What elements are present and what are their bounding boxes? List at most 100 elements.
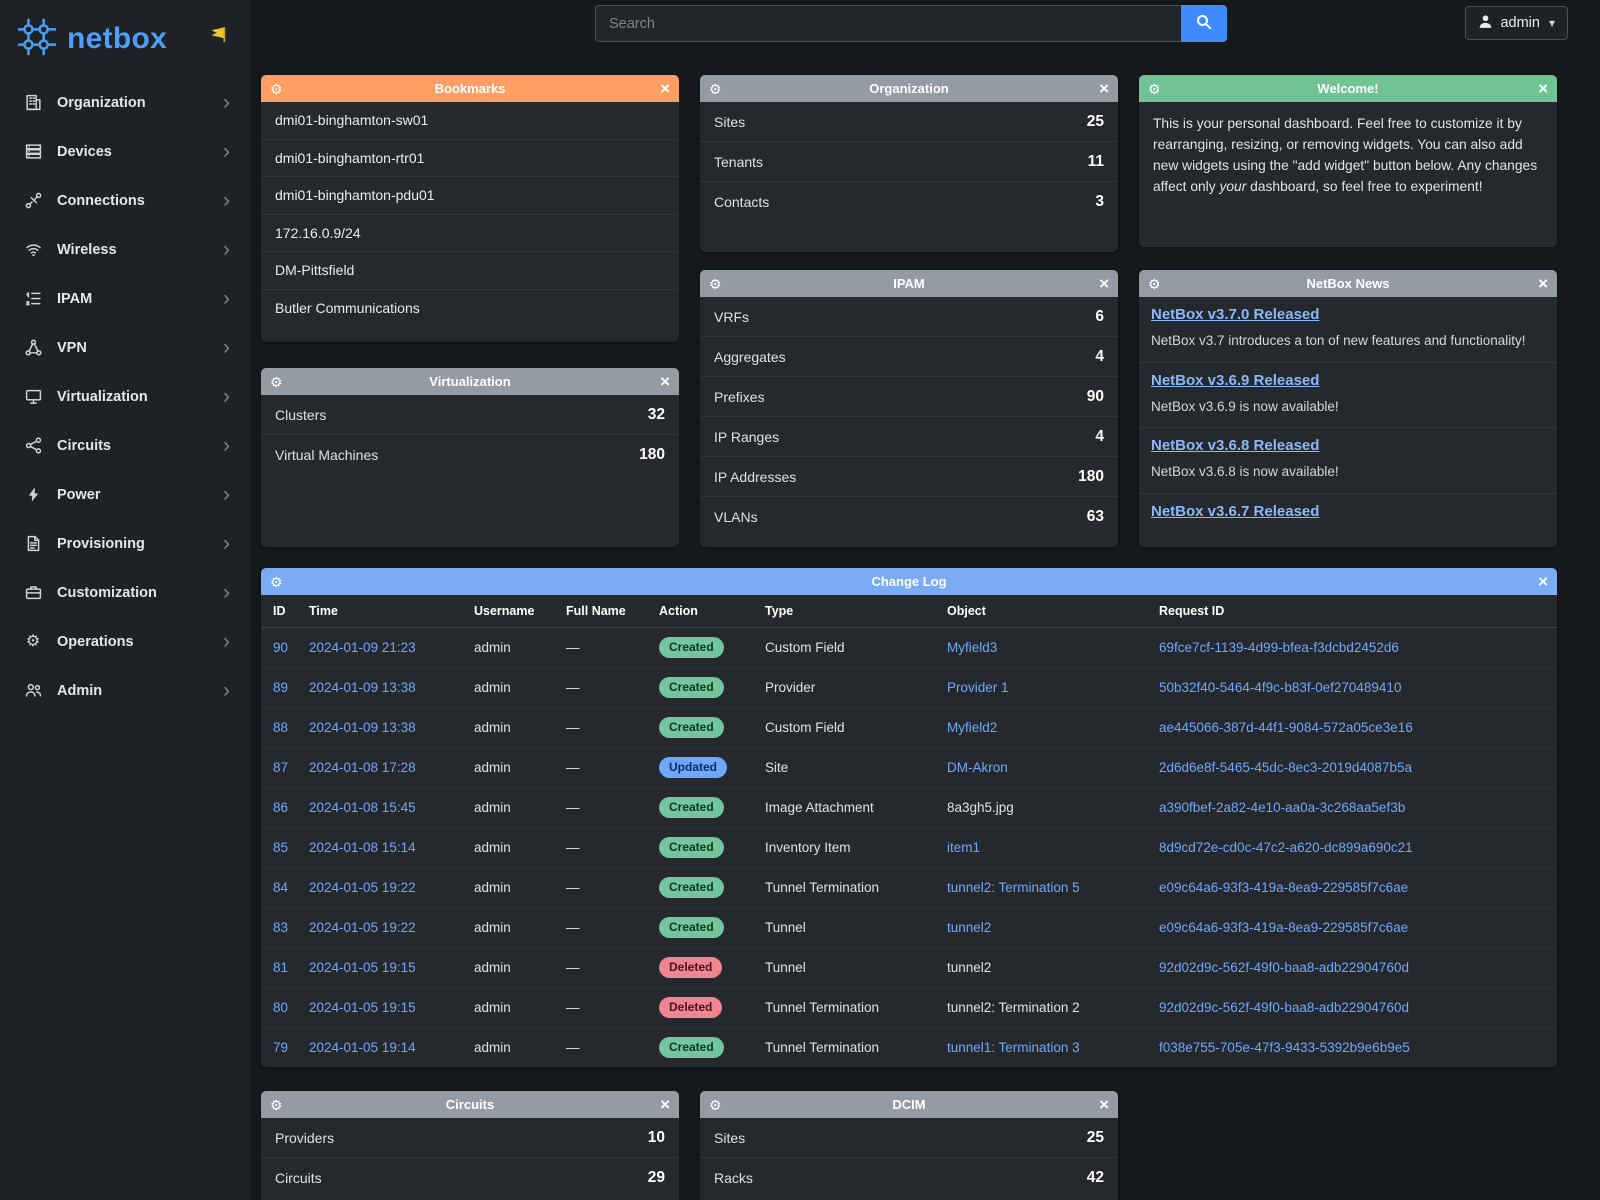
request-id-link[interactable]: a390fbef-2a82-4e10-aa0a-3c268aa5ef3b — [1159, 800, 1405, 815]
request-id-link[interactable]: 2d6d6e8f-5465-45dc-8ec3-2019d4087b5a — [1159, 760, 1412, 775]
sidebar-item-operations[interactable]: ⚙Operations› — [0, 617, 250, 666]
object-link[interactable]: DM-Akron — [947, 760, 1008, 775]
widget-config-icon[interactable]: ⚙ — [709, 82, 722, 96]
stat-value[interactable]: 6 — [1095, 308, 1104, 326]
sidebar-item-devices[interactable]: Devices› — [0, 127, 250, 176]
change-time-link[interactable]: 2024-01-05 19:22 — [309, 880, 416, 895]
stat-value[interactable]: 4 — [1095, 428, 1104, 446]
change-time-link[interactable]: 2024-01-08 15:14 — [309, 840, 416, 855]
widget-close-icon[interactable]: × — [1538, 573, 1548, 590]
request-id-link[interactable]: e09c64a6-93f3-419a-8ea9-229585f7c6ae — [1159, 920, 1408, 935]
bookmark-item[interactable]: dmi01-binghamton-rtr01 — [261, 140, 679, 178]
change-time-link[interactable]: 2024-01-05 19:22 — [309, 920, 416, 935]
change-id-link[interactable]: 79 — [273, 1040, 288, 1055]
change-id-link[interactable]: 83 — [273, 920, 288, 935]
widget-config-icon[interactable]: ⚙ — [709, 1098, 722, 1112]
widget-close-icon[interactable]: × — [1099, 275, 1109, 292]
object-link[interactable]: Myfield3 — [947, 640, 997, 655]
object-link[interactable]: Myfield2 — [947, 720, 997, 735]
stat-value[interactable]: 10 — [648, 1129, 665, 1147]
search-input[interactable] — [595, 5, 1181, 42]
news-headline-link[interactable]: NetBox v3.6.9 Released — [1151, 372, 1319, 389]
object-link[interactable]: Provider 1 — [947, 680, 1009, 695]
stat-value[interactable]: 180 — [639, 446, 665, 464]
news-headline-link[interactable]: NetBox v3.6.8 Released — [1151, 437, 1319, 454]
change-id-link[interactable]: 89 — [273, 680, 288, 695]
request-id-link[interactable]: f038e755-705e-47f3-9433-5392b9e6b9e5 — [1159, 1040, 1410, 1055]
bookmark-item[interactable]: Butler Communications — [261, 290, 679, 328]
bookmark-item[interactable]: dmi01-binghamton-pdu01 — [261, 177, 679, 215]
stat-value[interactable]: 180 — [1078, 468, 1104, 486]
request-id-link[interactable]: 50b32f40-5464-4f9c-b83f-0ef270489410 — [1159, 680, 1401, 695]
widget-config-icon[interactable]: ⚙ — [270, 375, 283, 389]
change-id-link[interactable]: 84 — [273, 880, 288, 895]
stat-value[interactable]: 4 — [1095, 348, 1104, 366]
stat-value[interactable]: 42 — [1087, 1169, 1104, 1187]
widget-close-icon[interactable]: × — [660, 80, 670, 97]
sidebar-item-admin[interactable]: Admin› — [0, 666, 250, 715]
change-id-link[interactable]: 85 — [273, 840, 288, 855]
search-button[interactable] — [1181, 5, 1227, 42]
object-link[interactable]: tunnel1: Termination 3 — [947, 1040, 1080, 1055]
object-link[interactable]: tunnel2 — [947, 920, 991, 935]
change-time-link[interactable]: 2024-01-05 19:15 — [309, 960, 416, 975]
sidebar-item-organization[interactable]: Organization› — [0, 78, 250, 127]
bookmark-item[interactable]: dmi01-binghamton-sw01 — [261, 102, 679, 140]
request-id-link[interactable]: 69fce7cf-1139-4d99-bfea-f3dcbd2452d6 — [1159, 640, 1399, 655]
change-id-link[interactable]: 90 — [273, 640, 288, 655]
widget-close-icon[interactable]: × — [1099, 80, 1109, 97]
stat-value[interactable]: 3 — [1095, 193, 1104, 211]
change-time-link[interactable]: 2024-01-09 13:38 — [309, 720, 416, 735]
request-id-link[interactable]: e09c64a6-93f3-419a-8ea9-229585f7c6ae — [1159, 880, 1408, 895]
request-id-link[interactable]: 92d02d9c-562f-49f0-baa8-adb22904760d — [1159, 960, 1409, 975]
widget-close-icon[interactable]: × — [660, 1096, 670, 1113]
widget-config-icon[interactable]: ⚙ — [709, 277, 722, 291]
widget-config-icon[interactable]: ⚙ — [270, 575, 283, 589]
request-id-link[interactable]: 8d9cd72e-cd0c-47c2-a620-dc899a690c21 — [1159, 840, 1413, 855]
widget-config-icon[interactable]: ⚙ — [270, 1098, 283, 1112]
object-link[interactable]: tunnel2: Termination 5 — [947, 880, 1080, 895]
object-link[interactable]: item1 — [947, 840, 980, 855]
sidebar-item-wireless[interactable]: Wireless› — [0, 225, 250, 274]
widget-config-icon[interactable]: ⚙ — [270, 82, 283, 96]
widget-config-icon[interactable]: ⚙ — [1148, 277, 1161, 291]
change-id-link[interactable]: 87 — [273, 760, 288, 775]
sidebar-item-ipam[interactable]: IPAM› — [0, 274, 250, 323]
change-id-link[interactable]: 81 — [273, 960, 288, 975]
stat-value[interactable]: 25 — [1087, 113, 1104, 131]
logo-row[interactable]: netbox — [0, 0, 250, 78]
sidebar-item-circuits[interactable]: Circuits› — [0, 421, 250, 470]
sidebar-item-power[interactable]: Power› — [0, 470, 250, 519]
widget-close-icon[interactable]: × — [1538, 80, 1548, 97]
sidebar-item-customization[interactable]: Customization› — [0, 568, 250, 617]
sidebar-item-vpn[interactable]: VPN› — [0, 323, 250, 372]
change-id-link[interactable]: 86 — [273, 800, 288, 815]
change-time-link[interactable]: 2024-01-09 21:23 — [309, 640, 416, 655]
sidebar-item-connections[interactable]: Connections› — [0, 176, 250, 225]
change-time-link[interactable]: 2024-01-08 17:28 — [309, 760, 416, 775]
widget-close-icon[interactable]: × — [1099, 1096, 1109, 1113]
news-headline-link[interactable]: NetBox v3.6.7 Released — [1151, 503, 1319, 520]
change-id-link[interactable]: 80 — [273, 1000, 288, 1015]
change-time-link[interactable]: 2024-01-08 15:45 — [309, 800, 416, 815]
request-id-link[interactable]: ae445066-387d-44f1-9084-572a05ce3e16 — [1159, 720, 1413, 735]
bookmark-item[interactable]: DM-Pittsfield — [261, 252, 679, 290]
widget-config-icon[interactable]: ⚙ — [1148, 82, 1161, 96]
change-id-link[interactable]: 88 — [273, 720, 288, 735]
change-time-link[interactable]: 2024-01-09 13:38 — [309, 680, 416, 695]
user-menu[interactable]: admin ▾ — [1465, 6, 1568, 40]
request-id-link[interactable]: 92d02d9c-562f-49f0-baa8-adb22904760d — [1159, 1000, 1409, 1015]
news-headline-link[interactable]: NetBox v3.7.0 Released — [1151, 306, 1319, 323]
change-time-link[interactable]: 2024-01-05 19:15 — [309, 1000, 416, 1015]
widget-close-icon[interactable]: × — [660, 373, 670, 390]
sidebar-item-provisioning[interactable]: Provisioning› — [0, 519, 250, 568]
stat-value[interactable]: 11 — [1088, 153, 1104, 171]
stat-value[interactable]: 25 — [1087, 1129, 1104, 1147]
sidebar-item-virtualization[interactable]: Virtualization› — [0, 372, 250, 421]
stat-value[interactable]: 63 — [1087, 508, 1104, 526]
stat-value[interactable]: 29 — [648, 1169, 665, 1187]
stat-value[interactable]: 32 — [648, 406, 665, 424]
widget-close-icon[interactable]: × — [1538, 275, 1548, 292]
change-time-link[interactable]: 2024-01-05 19:14 — [309, 1040, 416, 1055]
bookmark-item[interactable]: 172.16.0.9/24 — [261, 215, 679, 253]
